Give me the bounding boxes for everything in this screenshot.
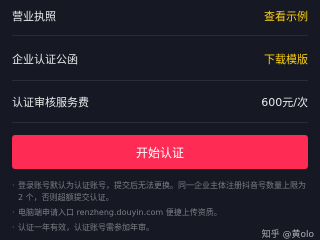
note-item: · 登录账号默认为认证账号，提交后无法更换。同一企业主体注册抖音号数量上限为 2…: [12, 180, 312, 204]
enterprise-letter-label: 企业认证公函: [12, 53, 78, 66]
view-example-link[interactable]: 查看示例: [264, 8, 308, 24]
certification-screen: 营业执照 查看示例 企业认证公函 下载模版 认证审核服务费 600元/次 开始认…: [0, 0, 320, 240]
bullet-dot: ·: [12, 223, 15, 232]
download-template-link[interactable]: 下载模版: [264, 51, 308, 67]
bullet-dot: ·: [12, 181, 15, 190]
service-fee-label: 认证审核服务费: [12, 96, 89, 109]
note-item: · 电脑端申请入口 renzheng.douyin.com 便捷上传资质。: [12, 207, 312, 219]
note-text: 认证一年有效，认证账号需参加年审。: [18, 223, 154, 232]
bullet-dot: ·: [12, 208, 15, 217]
business-license-label: 营业执照: [12, 10, 56, 23]
watermark-text: 知乎 @黄olo: [261, 230, 314, 240]
service-fee-row: 认证审核服务费 600元/次: [0, 84, 320, 120]
divider: [12, 80, 308, 81]
divider: [12, 35, 308, 36]
start-certification-button[interactable]: 开始认证: [12, 135, 308, 169]
divider: [12, 122, 308, 123]
enterprise-letter-row: 企业认证公函 下载模版: [0, 40, 320, 78]
service-fee-value: 600元/次: [261, 96, 308, 109]
note-text: 登录账号默认为认证账号，提交后无法更换。同一企业主体注册抖音号数量上限为 2 个…: [18, 181, 306, 202]
note-text: 电脑端申请入口 renzheng.douyin.com 便捷上传资质。: [18, 208, 222, 217]
business-license-row: 营业执照 查看示例: [0, 0, 320, 32]
